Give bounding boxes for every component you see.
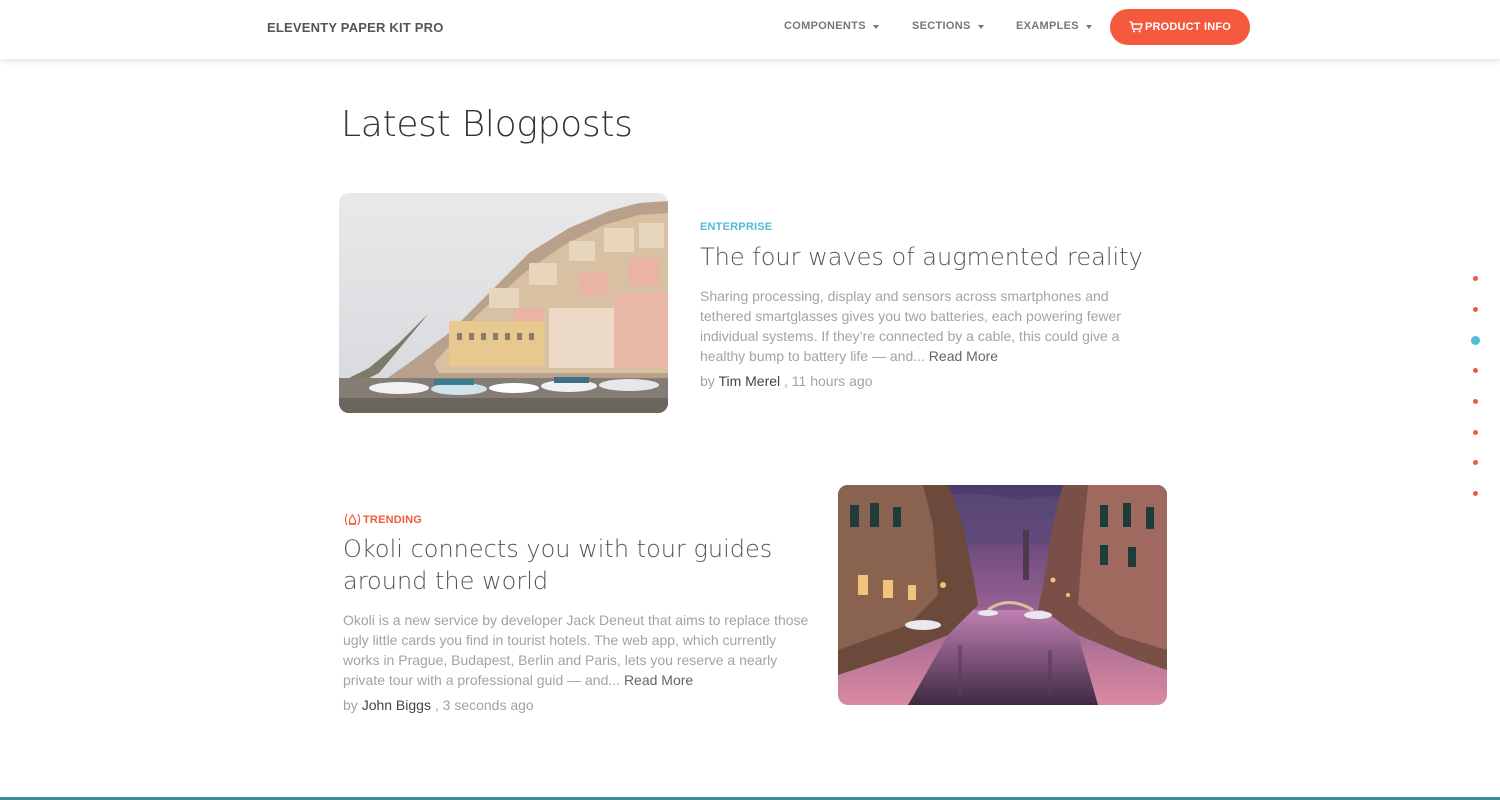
section-dot[interactable] xyxy=(1473,276,1478,281)
section-dot[interactable] xyxy=(1473,491,1478,496)
post-byline: by Tim Merel , 11 hours ago xyxy=(700,373,873,389)
nav-components-dropdown[interactable]: COMPONENTS xyxy=(784,20,879,32)
shopping-cart-icon xyxy=(1129,21,1143,33)
post-excerpt-text: Sharing processing, display and sensors … xyxy=(700,288,1121,364)
post-title[interactable]: The four waves of augmented reality xyxy=(700,241,1143,273)
post-time: , 11 hours ago xyxy=(780,373,873,389)
read-more-link[interactable]: Read More xyxy=(624,672,693,688)
section-dot[interactable] xyxy=(1473,460,1478,465)
post-category-label: ENTERPRISE xyxy=(700,221,773,233)
caret-down-icon xyxy=(1085,24,1092,29)
post-excerpt: Okoli is a new service by developer Jack… xyxy=(343,610,811,690)
read-more-link[interactable]: Read More xyxy=(929,348,998,364)
section-dot[interactable] xyxy=(1473,399,1478,404)
post-image-venice-canal[interactable] xyxy=(838,485,1167,705)
post-title-line: Okoli connects you with tour guides xyxy=(343,535,773,563)
byline-prefix: by xyxy=(700,373,719,389)
caret-down-icon xyxy=(872,24,879,29)
nav-sections-label: SECTIONS xyxy=(912,20,971,32)
caret-down-icon xyxy=(977,24,984,29)
brand-link[interactable]: ELEVENTY PAPER KIT PRO xyxy=(267,20,444,35)
post-excerpt-text: Okoli is a new service by developer Jack… xyxy=(343,612,809,688)
byline-prefix: by xyxy=(343,697,362,713)
author-link[interactable]: John Biggs xyxy=(362,697,431,713)
section-dot[interactable] xyxy=(1473,307,1478,312)
post-excerpt: Sharing processing, display and sensors … xyxy=(700,286,1152,366)
post-image-coastal-village[interactable] xyxy=(339,193,668,413)
post-category-trending: TRENDING xyxy=(343,513,422,526)
nav-sections-dropdown[interactable]: SECTIONS xyxy=(912,20,984,32)
product-info-label: PRODUCT INFO xyxy=(1144,21,1232,33)
section-dot[interactable] xyxy=(1473,368,1478,373)
section-dot[interactable] xyxy=(1473,430,1478,435)
author-link[interactable]: Tim Merel xyxy=(718,373,780,389)
product-info-button[interactable]: PRODUCT INFO xyxy=(1110,9,1250,45)
post-byline: by John Biggs , 3 seconds ago xyxy=(343,697,534,713)
section-dot-active[interactable] xyxy=(1471,336,1480,345)
post-title-line: around the world xyxy=(343,567,549,595)
coastal-village-photo xyxy=(339,193,668,413)
section-title: Latest Blogposts xyxy=(341,104,633,145)
post-category-label: TRENDING xyxy=(363,513,423,526)
nav-examples-dropdown[interactable]: EXAMPLES xyxy=(1016,20,1092,32)
fire-icon xyxy=(344,513,361,526)
post-title[interactable]: Okoli connects you with tour guides arou… xyxy=(343,533,803,597)
navbar: ELEVENTY PAPER KIT PRO COMPONENTS SECTIO… xyxy=(0,0,1500,59)
nav-components-label: COMPONENTS xyxy=(784,20,866,32)
venice-canal-photo xyxy=(838,485,1167,705)
post-time: , 3 seconds ago xyxy=(430,697,534,713)
nav-examples-label: EXAMPLES xyxy=(1016,20,1079,32)
